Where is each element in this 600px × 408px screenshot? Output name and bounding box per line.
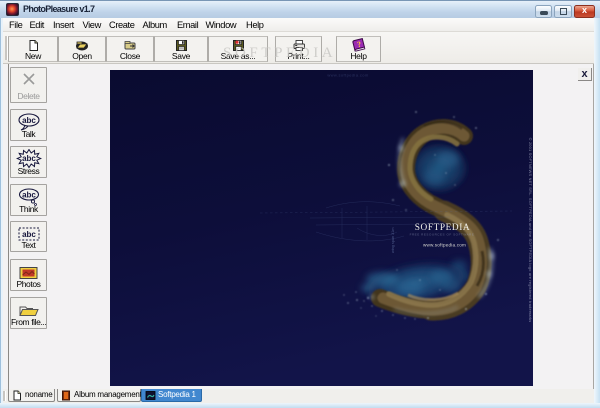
svg-text:wing span 31m: wing span 31m: [391, 227, 395, 253]
svg-text:FREE RESOURCES OF SOFTWARE: FREE RESOURCES OF SOFTWARE: [410, 233, 475, 237]
svg-text:abc: abc: [22, 230, 36, 239]
svg-text:www.softpedia.com: www.softpedia.com: [327, 73, 369, 78]
svg-text:© 2001 SOFTNEWS NET SRL. SOFTP: © 2001 SOFTNEWS NET SRL. SOFTPEDIA and t…: [528, 138, 533, 323]
svg-text:SOFTPEDIA: SOFTPEDIA: [415, 223, 471, 233]
svg-text:www.softpedia.com: www.softpedia.com: [423, 243, 466, 248]
svg-text:abc: abc: [22, 116, 36, 125]
svg-text:abc: abc: [22, 191, 36, 200]
svg-text:abc: abc: [22, 154, 36, 163]
